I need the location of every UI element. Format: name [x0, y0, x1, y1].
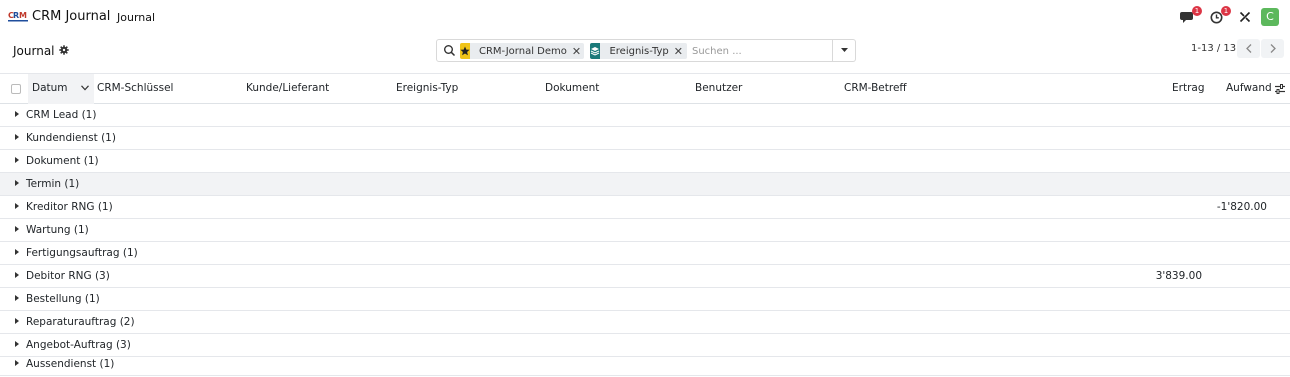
- group-row[interactable]: Reparaturauftrag (2): [0, 311, 1290, 334]
- table-header: Datum CRM-Schlüssel Kunde/Lieferant Erei…: [0, 73, 1290, 104]
- caret-right-icon: [15, 203, 19, 209]
- group-row[interactable]: Aussendienst (1): [0, 353, 1290, 376]
- search-bar[interactable]: CRM-Jornal Demo ✕ Ereignis-Typ ✕: [436, 39, 833, 62]
- facet-label: Ereignis-Typ: [609, 45, 669, 57]
- close-icon[interactable]: ✕: [572, 45, 585, 58]
- group-row[interactable]: Fertigungsauftrag (1): [0, 242, 1290, 265]
- column-header-event-type[interactable]: Ereignis-Typ: [396, 82, 458, 94]
- group-income-total: 3'839.00: [1155, 270, 1202, 282]
- column-header-user[interactable]: Benutzer: [695, 82, 742, 94]
- caret-right-icon: [15, 180, 19, 186]
- caret-right-icon: [15, 111, 19, 117]
- messages-button[interactable]: 1: [1178, 6, 1202, 25]
- chevron-left-icon: [1245, 44, 1251, 53]
- pager-previous-button[interactable]: [1237, 39, 1260, 58]
- caret-right-icon: [15, 226, 19, 232]
- caret-right-icon: [15, 134, 19, 140]
- caret-right-icon: [15, 272, 19, 278]
- app-title[interactable]: CRM Journal: [32, 9, 110, 24]
- group-row[interactable]: Bestellung (1): [0, 288, 1290, 311]
- chevron-right-icon: [1270, 44, 1276, 53]
- activities-badge: 1: [1221, 6, 1231, 16]
- gear-icon[interactable]: [59, 45, 69, 55]
- search-facet-groupby[interactable]: Ereignis-Typ ✕: [590, 43, 687, 59]
- group-row[interactable]: Wartung (1): [0, 219, 1290, 242]
- column-header-partner[interactable]: Kunde/Lieferant: [246, 82, 329, 94]
- column-header-datum[interactable]: Datum: [32, 82, 68, 94]
- close-icon[interactable]: ✕: [674, 45, 687, 58]
- group-label: Termin (1): [26, 178, 80, 190]
- column-header-subject[interactable]: CRM-Betreff: [844, 82, 907, 94]
- caret-right-icon: [15, 318, 19, 324]
- column-header-crm-key[interactable]: CRM-Schlüssel: [97, 82, 173, 94]
- group-row[interactable]: Termin (1): [0, 173, 1290, 196]
- group-label: Reparaturauftrag (2): [26, 316, 135, 328]
- group-row[interactable]: Dokument (1): [0, 150, 1290, 173]
- caret-right-icon: [15, 360, 19, 366]
- pager-next-button[interactable]: [1261, 39, 1284, 58]
- group-label: Fertigungsauftrag (1): [26, 247, 138, 259]
- group-row[interactable]: Kundendienst (1): [0, 127, 1290, 150]
- debug-tools-button[interactable]: [1236, 9, 1254, 25]
- search-icon: [444, 45, 456, 57]
- group-expense-total: -1'820.00: [1216, 201, 1267, 213]
- group-label: CRM Lead (1): [26, 109, 97, 121]
- app-logo-icon[interactable]: C R M: [8, 10, 28, 23]
- star-icon: [460, 43, 470, 59]
- group-label: Bestellung (1): [26, 293, 100, 305]
- caret-down-icon: [840, 48, 848, 52]
- column-header-expense[interactable]: Aufwand: [1226, 82, 1272, 94]
- caret-right-icon: [15, 249, 19, 255]
- select-all-checkbox[interactable]: [11, 84, 21, 94]
- group-row[interactable]: Debitor RNG (3) 3'839.00: [0, 265, 1290, 288]
- activities-button[interactable]: 1: [1207, 6, 1231, 25]
- sort-chevron-down-icon[interactable]: [81, 85, 89, 91]
- column-settings-icon[interactable]: [1274, 83, 1286, 95]
- group-row[interactable]: Kreditor RNG (1) -1'820.00: [0, 196, 1290, 219]
- group-label: Kundendienst (1): [26, 132, 116, 144]
- search-facet-filter[interactable]: CRM-Jornal Demo ✕: [460, 43, 584, 59]
- page-title: Journal: [13, 44, 55, 58]
- search-options-toggle[interactable]: [833, 39, 856, 62]
- user-avatar[interactable]: C: [1261, 8, 1279, 26]
- pager-value[interactable]: 1-13 / 13: [1191, 43, 1236, 54]
- group-label: Kreditor RNG (1): [26, 201, 113, 213]
- group-row[interactable]: CRM Lead (1): [0, 104, 1290, 127]
- column-header-document[interactable]: Dokument: [545, 82, 599, 94]
- caret-right-icon: [15, 341, 19, 347]
- group-label: Wartung (1): [26, 224, 89, 236]
- tools-icon: [1239, 11, 1251, 23]
- layers-icon: [590, 43, 601, 59]
- menu-item-journal[interactable]: Journal: [117, 11, 155, 24]
- group-label: Dokument (1): [26, 155, 99, 167]
- svg-text:M: M: [19, 11, 27, 20]
- facet-label: CRM-Jornal Demo: [479, 45, 567, 57]
- group-label: Angebot-Auftrag (3): [26, 339, 131, 351]
- top-navbar: C R M CRM Journal Journal 1 1 C: [0, 0, 1290, 34]
- caret-right-icon: [15, 157, 19, 163]
- group-label: Debitor RNG (3): [26, 270, 110, 282]
- group-label: Aussendienst (1): [26, 358, 115, 370]
- column-header-income[interactable]: Ertrag: [1172, 82, 1204, 94]
- caret-right-icon: [15, 295, 19, 301]
- messages-badge: 1: [1192, 6, 1202, 16]
- search-input[interactable]: [692, 43, 822, 59]
